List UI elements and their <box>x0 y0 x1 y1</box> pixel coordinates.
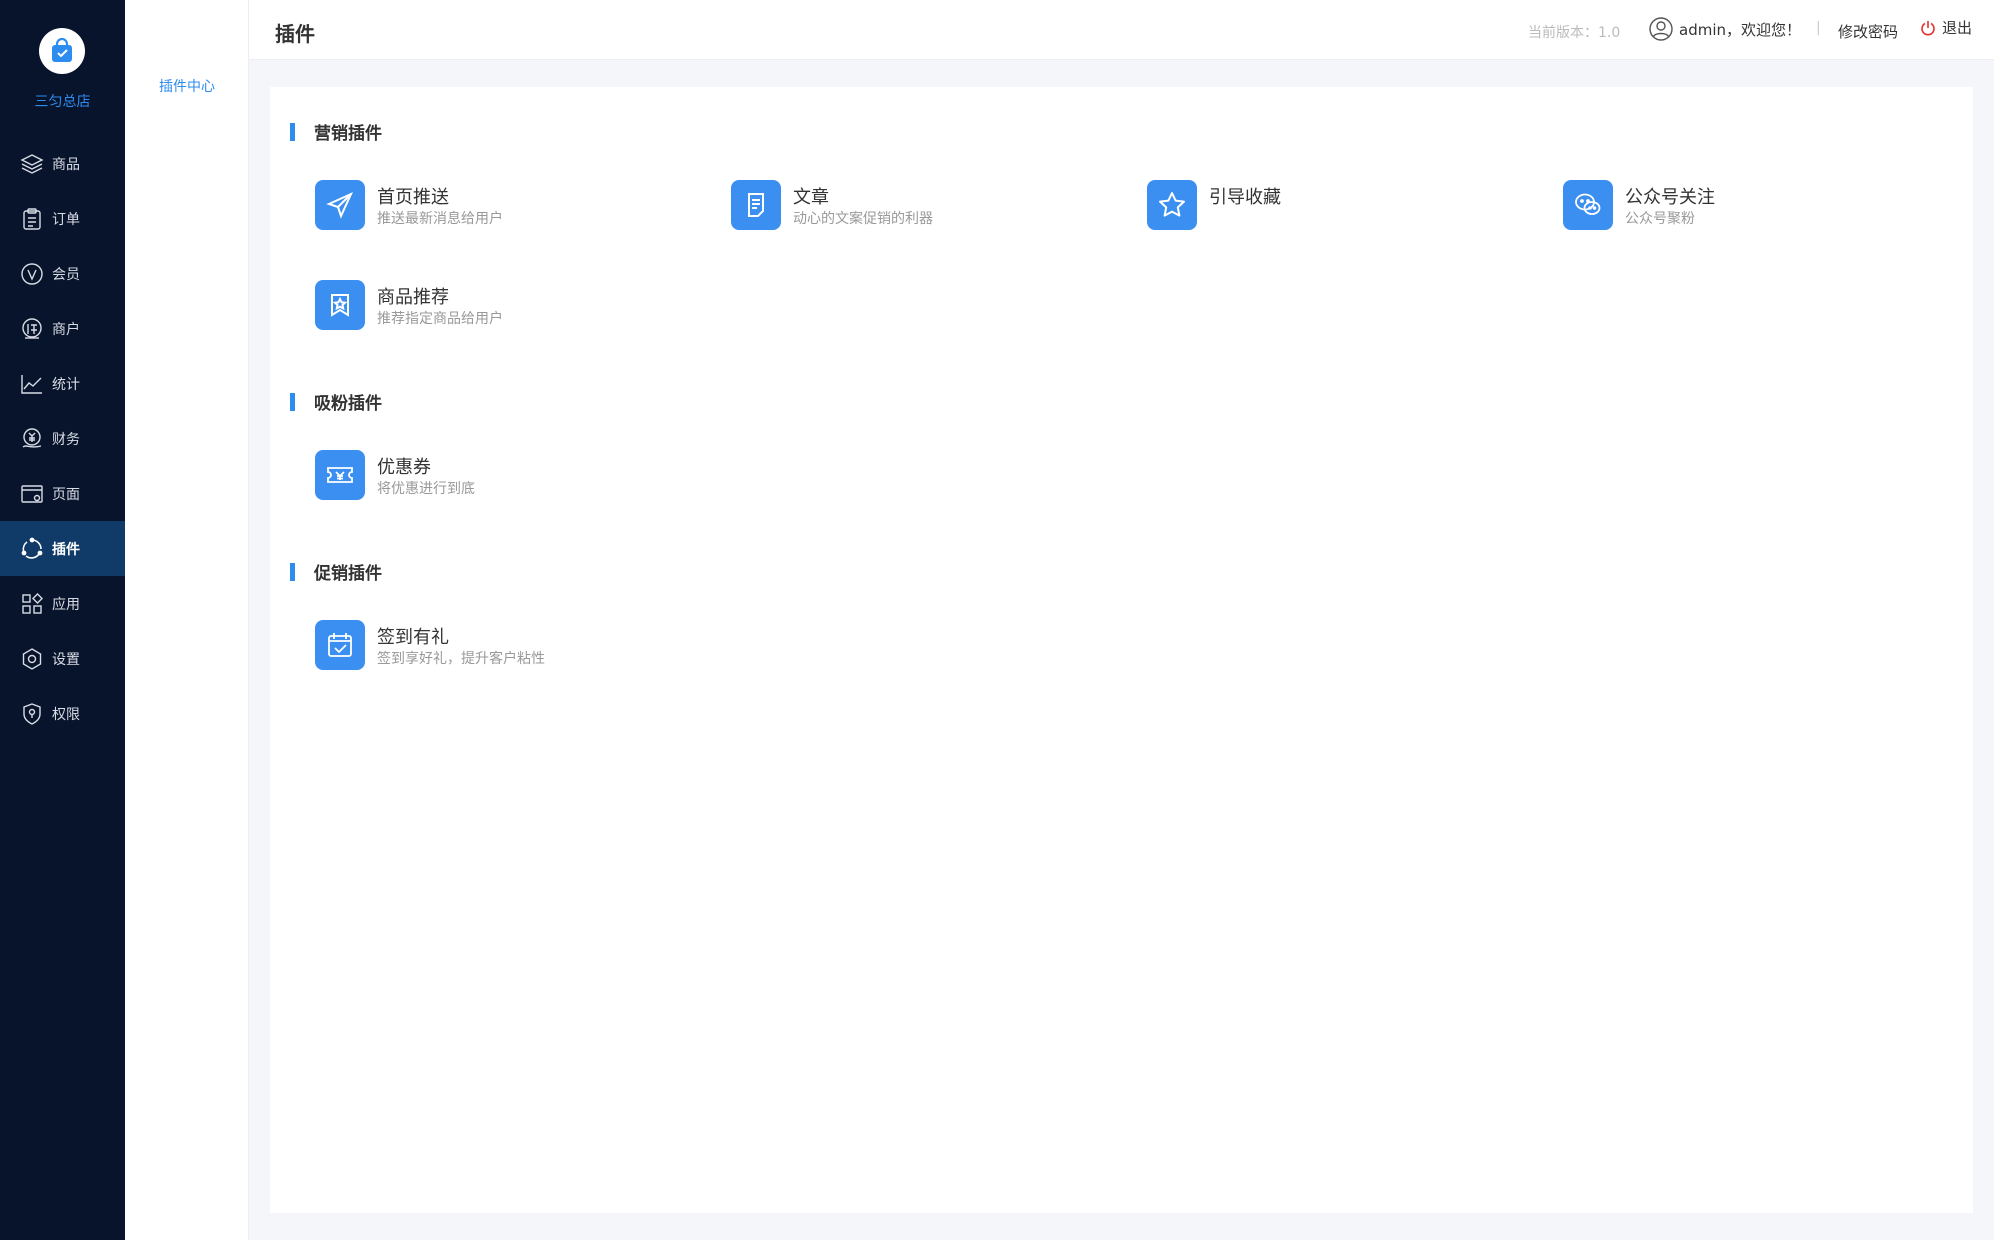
article-icon <box>748 193 764 217</box>
settings-icon <box>22 647 42 670</box>
nav-item-orders[interactable]: 订单 <box>0 191 125 246</box>
nav-item-label: 会员 <box>52 266 80 283</box>
finance-icon <box>22 427 42 448</box>
nav-item-label: 订单 <box>52 211 80 228</box>
calendar-check-icon <box>328 633 352 657</box>
nav-item-pages[interactable]: 页面 <box>0 466 125 521</box>
nav-item-label: 设置 <box>52 651 80 668</box>
plugin-icon-box <box>315 180 365 230</box>
nav-item-plugins[interactable]: 插件 <box>0 521 125 576</box>
sidebar: 三匀总店 商品 订单 会员 商户 统计 财务 页面 插件 应用 设置 权限 <box>0 0 125 1240</box>
plugin-desc: 动心的文案促销的利器 <box>793 211 933 227</box>
sub-nav: 插件中心 <box>125 0 249 1240</box>
nav-item-label: 应用 <box>52 596 80 613</box>
wechat-icon <box>1575 193 1601 215</box>
plugin-icon-box <box>731 180 781 230</box>
nav-item-permissions[interactable]: 权限 <box>0 686 125 741</box>
permission-icon <box>23 702 41 725</box>
send-icon <box>326 191 354 219</box>
nav-item-label: 统计 <box>52 376 80 393</box>
page-icon <box>21 484 43 503</box>
plugin-coupon[interactable]: 优惠券 将优惠进行到底 <box>315 450 695 502</box>
plugin-name: 商品推荐 <box>377 287 449 308</box>
nav-item-label: 插件 <box>52 541 80 558</box>
plugin-desc: 将优惠进行到底 <box>377 481 475 497</box>
nav-item-members[interactable]: 会员 <box>0 246 125 301</box>
plugin-icon-box <box>1147 180 1197 230</box>
nav-item-label: 财务 <box>52 431 80 448</box>
nav-item-apps[interactable]: 应用 <box>0 576 125 631</box>
section-title-fans: 吸粉插件 <box>290 389 382 414</box>
plugin-icon-box <box>315 620 365 670</box>
coupon-icon <box>327 467 353 483</box>
plugin-sign-in-gift[interactable]: 签到有礼 签到享好礼，提升客户粘性 <box>315 620 695 672</box>
plugin-icon-box <box>315 450 365 500</box>
header-separator: | <box>1816 20 1821 36</box>
nav-item-label: 权限 <box>52 706 80 723</box>
nav-item-settings[interactable]: 设置 <box>0 631 125 686</box>
apps-icon <box>22 592 43 614</box>
nav-item-finance[interactable]: 财务 <box>0 411 125 466</box>
plugin-desc: 推荐指定商品给用户 <box>377 311 503 327</box>
plugin-name: 引导收藏 <box>1209 187 1281 208</box>
user-greeting: admin，欢迎您！ <box>1679 20 1802 39</box>
plugin-guide-favorite[interactable]: 引导收藏 <box>1147 180 1527 232</box>
shopping-bag-icon <box>52 37 72 62</box>
plugin-name: 首页推送 <box>377 187 449 208</box>
store-name: 三匀总店 <box>34 94 91 110</box>
page-title: 插件 <box>275 22 315 46</box>
plugin-homepage-push[interactable]: 首页推送 推送最新消息给用户 <box>315 180 695 232</box>
version-label: 当前版本：1.0 <box>1528 25 1621 41</box>
star-icon <box>1159 192 1185 217</box>
plugin-product-recommend[interactable]: 商品推荐 推荐指定商品给用户 <box>315 280 695 332</box>
plugin-name: 优惠券 <box>377 457 431 478</box>
layers-icon <box>20 153 44 174</box>
logout-button[interactable]: 退出 <box>1920 17 1972 38</box>
user-avatar-icon <box>1649 17 1673 41</box>
clipboard-icon <box>23 207 41 230</box>
user-info: admin，欢迎您！ <box>1649 17 1801 41</box>
plugin-icon-box <box>1563 180 1613 230</box>
plugin-article[interactable]: 文章 动心的文案促销的利器 <box>731 180 1111 232</box>
store-logo[interactable] <box>39 28 85 74</box>
plugin-name: 公众号关注 <box>1625 187 1715 208</box>
power-icon <box>1921 20 1935 35</box>
plugin-name: 文章 <box>793 187 829 208</box>
plugin-icon <box>21 537 43 559</box>
plugin-content: 营销插件 首页推送 推送最新消息给用户 文章 动心的文案促销的利器 引导收藏 公… <box>270 87 1973 1213</box>
section-title-promotion: 促销插件 <box>290 559 382 584</box>
chart-line-icon <box>21 374 42 394</box>
recommend-icon <box>331 294 349 317</box>
nav-item-label: 商品 <box>52 156 80 173</box>
plugin-icon-box <box>315 280 365 330</box>
nav-item-label: 页面 <box>52 486 80 503</box>
subnav-item-plugin-center[interactable]: 插件中心 <box>125 76 249 96</box>
nav-item-label: 商户 <box>52 321 80 338</box>
section-title-marketing: 营销插件 <box>290 119 382 144</box>
supplier-icon <box>22 317 42 339</box>
top-bar: 插件 当前版本：1.0 admin，欢迎您！ | 修改密码 退出 <box>249 0 1994 60</box>
nav-item-goods[interactable]: 商品 <box>0 136 125 191</box>
nav-item-stats[interactable]: 统计 <box>0 356 125 411</box>
member-v-icon <box>21 262 43 285</box>
plugin-desc: 推送最新消息给用户 <box>377 211 503 227</box>
plugin-name: 签到有礼 <box>377 627 449 648</box>
plugin-desc: 公众号聚粉 <box>1625 211 1695 227</box>
plugin-wechat-follow[interactable]: 公众号关注 公众号聚粉 <box>1563 180 1943 232</box>
main-nav: 商品 订单 会员 商户 统计 财务 页面 插件 应用 设置 权限 <box>0 136 125 741</box>
nav-item-suppliers[interactable]: 商户 <box>0 301 125 356</box>
logout-label: 退出 <box>1942 19 1973 37</box>
change-password-link[interactable]: 修改密码 <box>1838 21 1898 42</box>
plugin-desc: 签到享好礼，提升客户粘性 <box>377 651 545 667</box>
